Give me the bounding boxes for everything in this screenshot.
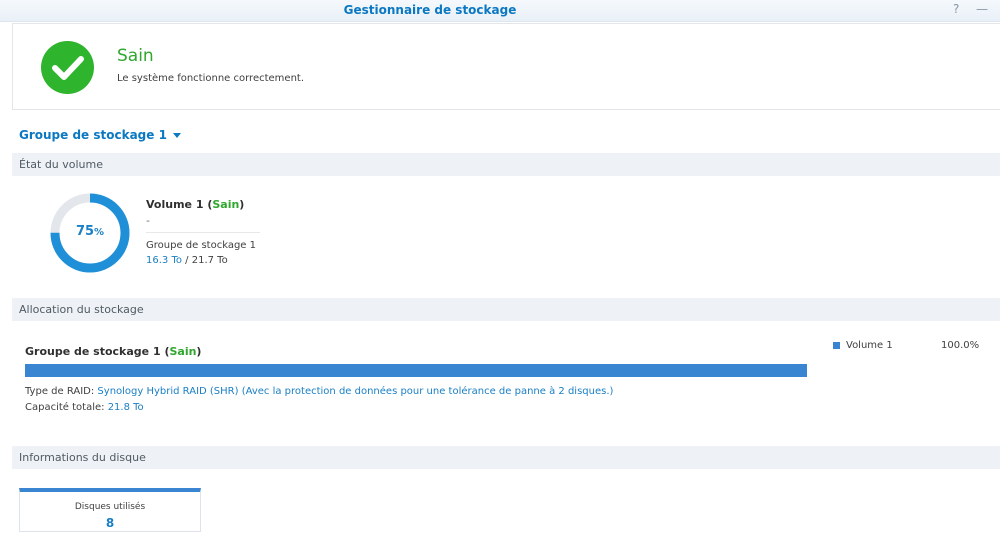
volume-usage-percent: 75% (75, 224, 105, 239)
window-titlebar: Gestionnaire de stockage ? — (0, 0, 1000, 22)
volume-used: 16.3 To (146, 255, 182, 266)
raid-type-value: Synology Hybrid RAID (SHR) (Avec la prot… (97, 386, 614, 397)
allocation-group-status: Sain (169, 345, 197, 358)
storage-allocation-header-label: Allocation du stockage (19, 303, 144, 316)
disks-used-card[interactable]: Disques utilisés 8 (19, 488, 201, 532)
volume-name: Volume 1 (Sain) (146, 198, 245, 211)
volume-status: Sain (212, 198, 240, 211)
help-icon[interactable]: ? (953, 2, 959, 16)
legend-volume-percent: 100.0% (941, 340, 980, 351)
legend-swatch (833, 342, 840, 349)
total-capacity-value: 21.8 To (107, 402, 144, 413)
volume-status-header-label: État du volume (19, 158, 104, 171)
health-status-description: Le système fonctionne correctement. (117, 73, 305, 84)
allocation-group-name: Groupe de stockage 1 (Sain) (25, 345, 202, 358)
minimize-icon[interactable]: — (976, 2, 988, 16)
volume-total: 21.7 To (191, 255, 228, 266)
health-status-card: Sain Le système fonctionne correctement. (12, 23, 1000, 110)
check-circle-icon (41, 41, 94, 94)
disks-used-count: 8 (105, 516, 115, 530)
storage-group-dropdown-label: Groupe de stockage 1 (19, 128, 167, 142)
chevron-down-icon (172, 133, 181, 138)
volume-storage-group: Groupe de stockage 1 (146, 240, 256, 251)
disk-info-header-label: Informations du disque (19, 451, 146, 464)
health-status-title: Sain (117, 46, 154, 66)
storage-allocation-header: Allocation du stockage (12, 298, 1000, 321)
disks-used-label: Disques utilisés (74, 502, 146, 512)
volume-description: - (146, 214, 150, 227)
allocation-bar (25, 364, 807, 377)
divider (146, 232, 260, 233)
disk-info-header: Informations du disque (12, 446, 1000, 469)
total-capacity: Capacité totale: 21.8 To (25, 402, 144, 413)
volume-capacity: 16.3 To / 21.7 To (146, 255, 228, 266)
volume-status-header: État du volume (12, 153, 1000, 176)
legend-volume-name: Volume 1 (846, 340, 893, 351)
raid-type: Type de RAID: Synology Hybrid RAID (SHR)… (25, 386, 614, 397)
storage-group-dropdown[interactable]: Groupe de stockage 1 (19, 128, 181, 142)
window-title: Gestionnaire de stockage (343, 3, 517, 17)
